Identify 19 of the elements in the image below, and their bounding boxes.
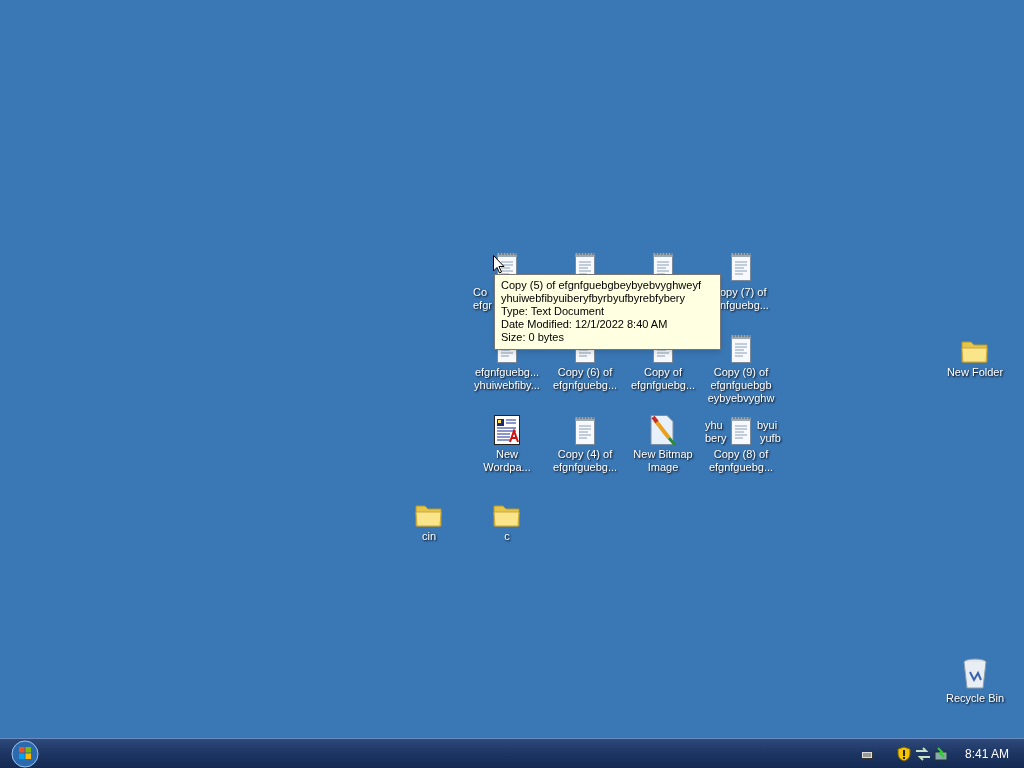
icon-label: Copy (4) of efgnfguebg... <box>552 448 618 474</box>
icon-label: New Bitmap Image <box>633 448 693 474</box>
icon-label: byui <box>757 419 778 432</box>
tooltip: Copy (5) of efgnfguebgbeybyebvyghweyf yhuiwebfibyuiberyfbyrbyufbyrebfybery Type: Text Document Date Modified: 12/1/2022 8:40 AM Size: 0 bytes <box>494 274 721 350</box>
icon-label: c <box>504 530 510 543</box>
icon-label: Copy (6) of efgnfguebg... <box>552 366 618 392</box>
icon-label: New Folder <box>946 366 1004 379</box>
icon-label: yufb <box>760 432 781 445</box>
icon-label: efgnfguebg... yhuiwebfiby... <box>474 366 540 392</box>
icon-label: Co efgr <box>473 286 492 312</box>
icon-label: Recycle Bin <box>945 692 1005 705</box>
icon-label: bery <box>705 432 727 445</box>
icon-label: cin <box>421 530 437 543</box>
icon-label: Copy of efgnfguebg... <box>630 366 696 392</box>
icon-label: Copy (8) of efgnfguebg... <box>708 448 774 474</box>
icon-label: Copy (9) of efgnfguebgb eybyebvyghw <box>707 366 775 405</box>
icon-label: New Wordpa... <box>483 448 531 474</box>
icon-label: opy (7) of nfguebg... <box>720 286 769 312</box>
icon-label: yhu <box>705 419 723 432</box>
